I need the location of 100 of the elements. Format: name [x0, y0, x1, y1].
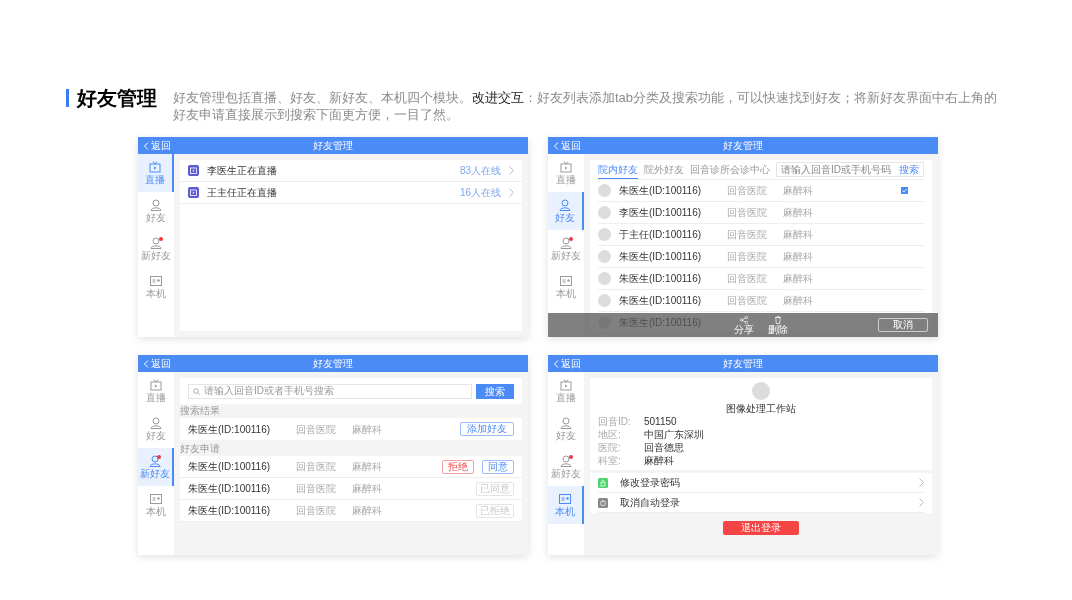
sidebar-item[interactable]: 直播: [138, 372, 174, 410]
screen-title: 好友管理: [313, 140, 353, 151]
tab[interactable]: 院内好友: [598, 160, 638, 179]
live-item[interactable]: 李医生正在直播 83人在线: [180, 160, 522, 182]
hospital-name: 回音医院: [727, 250, 768, 264]
reject-button[interactable]: 拒绝: [442, 459, 474, 474]
cancel-button[interactable]: 取消: [878, 318, 928, 332]
department-name: 麻醉科: [352, 504, 383, 518]
sidebar-item[interactable]: 本机: [138, 268, 174, 306]
friend-name: 朱医生(ID:100116): [619, 294, 703, 308]
sidebar-item[interactable]: 本机: [548, 486, 584, 524]
friend-name: 李医生(ID:100116): [619, 206, 703, 220]
person-icon: [150, 417, 162, 429]
chevron-right-icon: [919, 478, 924, 487]
search-field[interactable]: 请输入回音ID或者手机号搜索: [188, 383, 472, 399]
checkbox[interactable]: [901, 187, 908, 194]
person-icon: [560, 237, 572, 249]
person-icon: [149, 455, 161, 467]
tv-icon: [560, 379, 572, 391]
department-name: 麻醉科: [783, 184, 814, 198]
action-button[interactable]: 删除: [768, 315, 788, 335]
share-icon: [740, 315, 748, 324]
sidebar-item[interactable]: 新好友: [548, 448, 584, 486]
back-button[interactable]: 返回: [553, 355, 581, 372]
field-label: 医院:: [598, 441, 622, 455]
sidebar-item[interactable]: 新好友: [138, 448, 174, 486]
sidebar-item[interactable]: 好友: [548, 192, 584, 230]
hospital-name: 回音医院: [727, 206, 768, 220]
chevron-right-icon: [509, 188, 514, 197]
id-card-icon: [150, 275, 162, 287]
sidebar-item[interactable]: 新好友: [138, 230, 174, 268]
friend-name: 朱医生(ID:100116): [188, 504, 272, 518]
department-name: 麻醉科: [352, 422, 383, 437]
id-card-icon: [559, 493, 571, 505]
field-label: 科室:: [598, 454, 622, 468]
friend-name: 朱医生(ID:100116): [619, 250, 703, 264]
person-icon: [560, 455, 572, 467]
lock-icon: [598, 477, 608, 488]
sidebar-item[interactable]: 好友: [138, 410, 174, 448]
add-friend-button[interactable]: 添加好友: [460, 422, 514, 436]
video-icon: [188, 187, 199, 198]
friend-name: 朱医生(ID:100116): [619, 272, 703, 286]
sidebar-item[interactable]: 直播: [548, 154, 584, 192]
search-icon: [193, 387, 200, 395]
screen-title: 好友管理: [723, 358, 763, 369]
tv-icon: [150, 379, 162, 391]
department-name: 麻醉科: [352, 460, 383, 474]
back-button[interactable]: 返回: [143, 355, 171, 372]
search-button[interactable]: 搜索: [476, 383, 514, 399]
avatar: [598, 206, 611, 219]
sidebar-item[interactable]: 好友: [138, 192, 174, 230]
field-value: 麻醉科: [644, 454, 674, 468]
back-icon: [553, 141, 559, 150]
person-icon: [560, 417, 572, 429]
logout-button[interactable]: 退出登录: [723, 521, 799, 535]
avatar: [598, 250, 611, 263]
back-icon: [143, 359, 149, 368]
hospital-name: 回音医院: [727, 228, 768, 242]
field-value: 501150: [644, 415, 677, 429]
live-item[interactable]: 王主任正在直播 16人在线: [180, 182, 522, 204]
hospital-name: 回音医院: [727, 184, 768, 198]
sidebar-item[interactable]: 新好友: [548, 230, 584, 268]
avatar: [598, 294, 611, 307]
menu-item[interactable]: 取消自动登录: [598, 493, 924, 513]
page-description: 好友管理包括直播、好友、新好友、本机四个模块。改进交互：好友列表添加tab分类及搜索功能，可以快速找到好友；将新好友界面中右上角的好友申请直接展示到搜索下面更方便，一目了然。: [173, 89, 999, 123]
person-icon: [150, 199, 162, 211]
person-icon: [559, 199, 571, 211]
field-value: 中国广东深圳: [644, 428, 704, 442]
hospital-name: 回音医院: [727, 294, 768, 308]
viewer-count: 16人在线: [459, 186, 501, 200]
video-icon: [188, 165, 199, 176]
tv-icon: [560, 161, 572, 173]
field-value: 回音德思: [644, 441, 684, 455]
back-button[interactable]: 返回: [553, 137, 581, 154]
back-icon: [143, 141, 149, 150]
screen-title: 好友管理: [723, 140, 763, 151]
friend-name: 朱医生(ID:100116): [188, 422, 272, 437]
friend-name: 朱医生(ID:100116): [188, 482, 272, 496]
menu-item[interactable]: 修改登录密码: [598, 473, 924, 493]
back-button[interactable]: 返回: [143, 137, 171, 154]
avatar: [598, 272, 611, 285]
avatar: [598, 184, 611, 197]
avatar: [752, 382, 770, 400]
sidebar-item[interactable]: 好友: [548, 410, 584, 448]
sidebar-item[interactable]: 直播: [548, 372, 584, 410]
hospital-name: 回音医院: [296, 482, 337, 496]
department-name: 麻醉科: [783, 250, 814, 264]
sidebar-item[interactable]: 本机: [138, 486, 174, 524]
field-label: 回音ID:: [598, 415, 632, 429]
friend-name: 朱医生(ID:100116): [619, 184, 703, 198]
hospital-name: 回音医院: [296, 460, 337, 474]
hospital-name: 回音医院: [727, 272, 768, 286]
tab[interactable]: 院外好友: [644, 160, 684, 179]
sidebar-item[interactable]: 直播: [138, 154, 174, 192]
action-button[interactable]: 分享: [734, 315, 754, 335]
sidebar-item[interactable]: 本机: [548, 268, 584, 306]
trash-icon: [774, 315, 782, 324]
chevron-right-icon: [509, 166, 514, 175]
tab[interactable]: 回音诊所会诊中心: [690, 160, 770, 179]
accept-button[interactable]: 同意: [482, 459, 514, 474]
